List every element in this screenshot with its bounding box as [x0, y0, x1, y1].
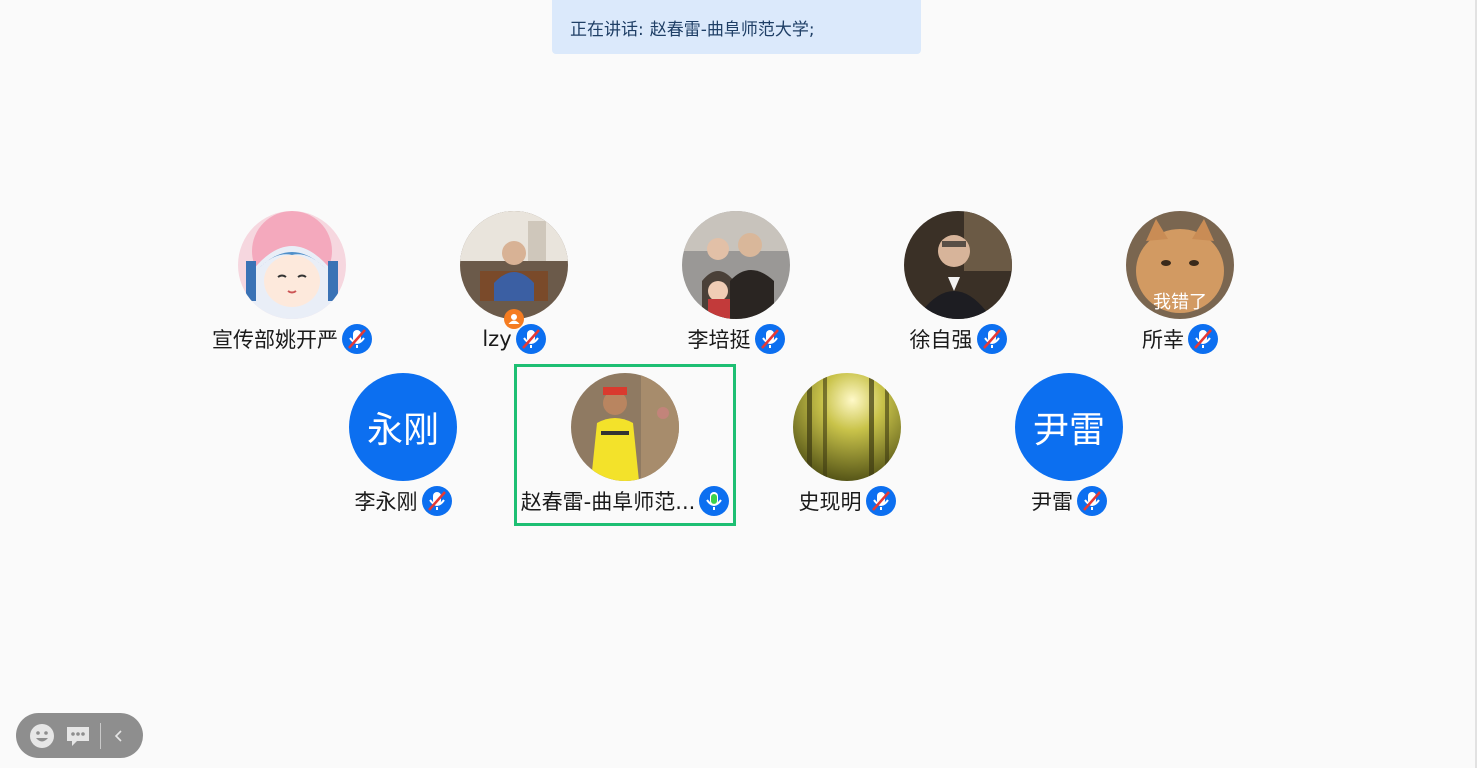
participant-name: 尹雷	[1031, 490, 1073, 514]
mic-muted-icon[interactable]	[976, 324, 1007, 354]
speaking-banner: 正在讲话: 赵春雷-曲阜师范大学;	[552, 0, 921, 54]
avatar: 尹雷	[1015, 373, 1123, 481]
avatar	[793, 373, 901, 481]
participant-name: 赵春雷-曲阜师范...	[520, 490, 696, 514]
participant-name-row: 所幸	[1075, 321, 1285, 357]
participant-tile[interactable]: 史现明	[742, 365, 952, 516]
participant-name-row: 徐自强	[853, 321, 1063, 357]
participant-name-row: 史现明	[742, 483, 952, 519]
participant-name: 史现明	[798, 490, 862, 514]
participant-name-row: lzy	[409, 321, 619, 357]
mic-muted-icon[interactable]	[1188, 324, 1218, 354]
avatar	[238, 211, 346, 319]
participant-tile[interactable]: 徐自强	[853, 203, 1063, 354]
mic-muted-icon[interactable]	[342, 324, 372, 354]
speaking-names: 赵春雷-曲阜师范大学;	[649, 19, 815, 40]
participant-name-row: 尹雷	[964, 483, 1174, 519]
mic-speaking-icon[interactable]	[699, 486, 730, 516]
participant-name: 李永刚	[354, 490, 418, 514]
floating-toolbar	[16, 713, 143, 758]
mic-muted-icon[interactable]	[1077, 486, 1107, 516]
avatar-caption: 我错了	[1153, 292, 1207, 313]
participant-tile[interactable]: 永刚 李永刚	[298, 365, 508, 516]
avatar: 我错了	[1126, 211, 1234, 319]
participant-tile[interactable]: 李培挺	[631, 203, 841, 354]
mic-muted-icon[interactable]	[865, 486, 896, 516]
emoji-button[interactable]	[24, 718, 60, 754]
participant-name-row: 李培挺	[631, 321, 841, 357]
participant-name: 徐自强	[909, 328, 973, 352]
avatar	[682, 211, 790, 319]
participant-tile[interactable]: 宣传部姚开严	[187, 203, 397, 354]
participant-name: lzy	[482, 327, 512, 351]
avatar	[904, 211, 1012, 319]
chat-icon	[67, 726, 89, 746]
participant-tile[interactable]: 尹雷 尹雷	[964, 365, 1174, 516]
participant-name: 宣传部姚开严	[212, 328, 338, 352]
speaking-label: 正在讲话:	[570, 19, 644, 40]
participant-tile[interactable]: 我错了 所幸	[1075, 203, 1285, 354]
avatar: 永刚	[349, 373, 457, 481]
toolbar-divider	[100, 722, 101, 749]
participant-name: 所幸	[1142, 328, 1184, 352]
participant-tile-active-speaker[interactable]: 赵春雷-曲阜师范...	[514, 364, 736, 526]
avatar	[460, 211, 568, 319]
participant-name-row: 赵春雷-曲阜师范...	[517, 483, 733, 519]
chat-button[interactable]	[60, 718, 96, 754]
participant-name-row: 李永刚	[298, 483, 508, 519]
collapse-toolbar-button[interactable]	[105, 718, 133, 754]
mic-muted-icon[interactable]	[754, 324, 785, 354]
participant-name-row: 宣传部姚开严	[187, 321, 397, 357]
participant-name: 李培挺	[687, 328, 751, 352]
mic-muted-icon[interactable]	[515, 324, 546, 354]
emoji-icon	[30, 723, 54, 748]
avatar	[571, 373, 679, 481]
participant-tile[interactable]: lzy	[409, 203, 619, 354]
collapse-chevron-icon	[114, 729, 122, 742]
mic-muted-icon[interactable]	[421, 486, 452, 516]
